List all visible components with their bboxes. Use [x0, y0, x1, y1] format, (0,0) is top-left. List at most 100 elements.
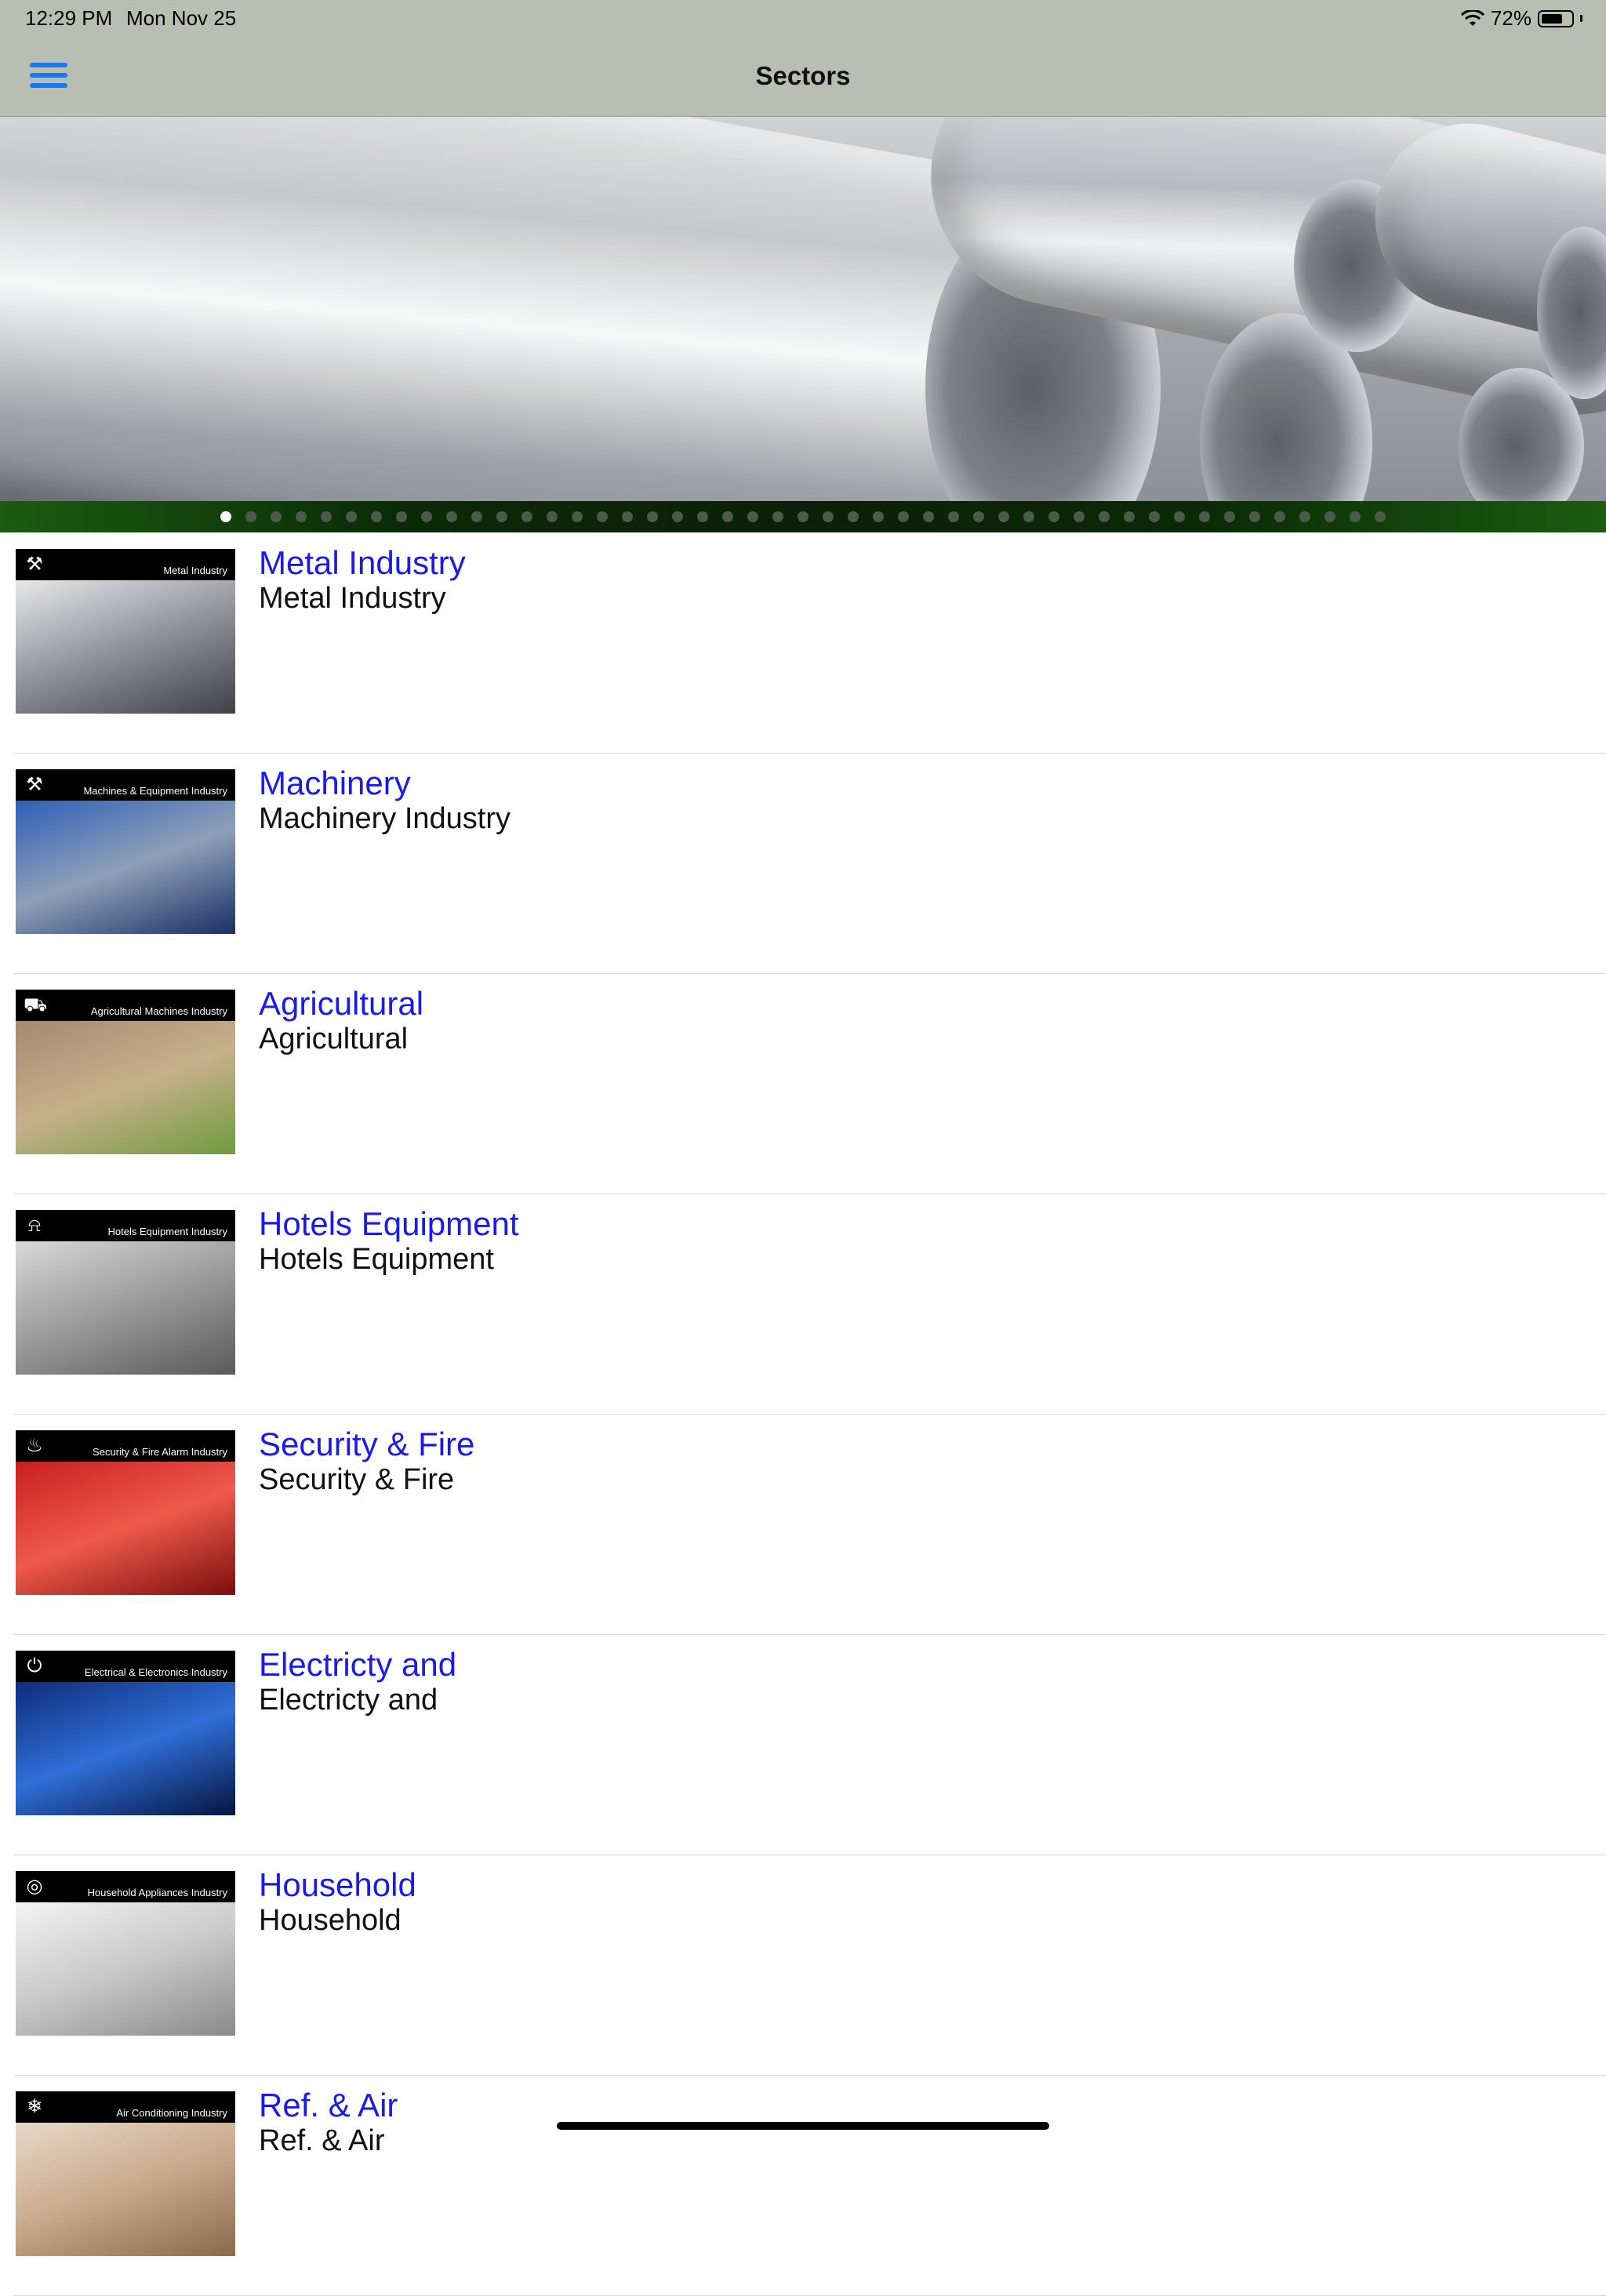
- tractor-icon: ⛟: [24, 994, 48, 1015]
- plug-icon: ⏻: [27, 1655, 42, 1677]
- carousel-dot[interactable]: [622, 511, 633, 522]
- sector-subtitle: Household: [259, 1904, 402, 1937]
- carousel-dot[interactable]: [271, 511, 282, 522]
- carousel-dot[interactable]: [396, 511, 407, 522]
- sector-subtitle: Hotels Equipment: [259, 1243, 494, 1276]
- carousel-dot[interactable]: [948, 511, 959, 522]
- carousel-dot[interactable]: [1074, 511, 1085, 522]
- sector-subtitle: Security & Fire: [259, 1463, 455, 1496]
- sector-row[interactable]: ⏻ Electrical & Electronics Industry Elec…: [14, 1635, 1606, 1855]
- sector-thumbnail: ⚒ Machines & Equipment Industry: [16, 769, 235, 934]
- sector-thumbnail: ◎ Household Appliances Industry: [16, 1871, 235, 2036]
- sector-row[interactable]: ♨ Security & Fire Alarm Industry Securit…: [14, 1415, 1606, 1635]
- carousel-dot[interactable]: [923, 511, 934, 522]
- thumbnail-caption: Household Appliances Industry: [87, 1887, 227, 1898]
- carousel-dot[interactable]: [1174, 511, 1185, 522]
- carousel-dot[interactable]: [572, 511, 583, 522]
- carousel-dot[interactable]: [747, 511, 758, 522]
- thumbnail-image: [16, 1682, 235, 1815]
- carousel-dot[interactable]: [371, 511, 382, 522]
- carousel-dot[interactable]: [672, 511, 683, 522]
- thumbnail-image: [16, 1462, 235, 1595]
- carousel-dot[interactable]: [1299, 511, 1310, 522]
- sector-subtitle: Electricty and: [259, 1684, 438, 1717]
- carousel-dot[interactable]: [1249, 511, 1260, 522]
- carousel-dot[interactable]: [471, 511, 482, 522]
- carousel-dot[interactable]: [647, 511, 658, 522]
- thumbnail-image: [16, 1902, 235, 2036]
- thumbnail-header: ⛟ Agricultural Machines Industry: [16, 990, 235, 1021]
- carousel-dot[interactable]: [496, 511, 507, 522]
- carousel-dot[interactable]: [421, 511, 432, 522]
- carousel-dot[interactable]: [1048, 511, 1059, 522]
- sector-title[interactable]: Machinery: [259, 765, 411, 802]
- carousel-dot[interactable]: [1149, 511, 1160, 522]
- thumbnail-header: ⍾ Hotels Equipment Industry: [16, 1210, 235, 1241]
- wifi-icon: [1460, 9, 1484, 26]
- carousel-dot[interactable]: [1199, 511, 1210, 522]
- sector-thumbnail: ⚒ Metal Industry: [16, 549, 235, 714]
- carousel-dot[interactable]: [898, 511, 909, 522]
- sector-row[interactable]: ◎ Household Appliances Industry Househol…: [14, 1855, 1606, 2076]
- carousel-dot[interactable]: [1099, 511, 1110, 522]
- carousel-dot[interactable]: [597, 511, 608, 522]
- washing-machine-icon: ◎: [26, 1876, 43, 1897]
- sector-row[interactable]: ❄ Air Conditioning Industry Ref. & Air R…: [14, 2076, 1606, 2296]
- carousel-dot[interactable]: [798, 511, 808, 522]
- home-indicator[interactable]: [557, 2122, 1049, 2130]
- carousel-dot[interactable]: [1324, 511, 1335, 522]
- sector-thumbnail: ⛟ Agricultural Machines Industry: [16, 990, 235, 1154]
- sector-thumbnail: ⏻ Electrical & Electronics Industry: [16, 1651, 235, 1815]
- sector-title[interactable]: Agricultural: [259, 985, 423, 1023]
- thumbnail-caption: Hotels Equipment Industry: [107, 1226, 227, 1237]
- page-title: Sectors: [755, 61, 851, 90]
- carousel-dot[interactable]: [1023, 511, 1034, 522]
- status-indicators: 72%: [1460, 6, 1582, 31]
- carousel-dot[interactable]: [823, 511, 834, 522]
- carousel-dot[interactable]: [220, 511, 231, 522]
- air-conditioner-icon: ❄: [26, 2096, 43, 2117]
- carousel-dot[interactable]: [873, 511, 884, 522]
- flame-icon: ♨: [26, 1435, 43, 1456]
- carousel-dot[interactable]: [697, 511, 708, 522]
- carousel-dot[interactable]: [848, 511, 859, 522]
- thumbnail-header: ◎ Household Appliances Industry: [16, 1871, 235, 1902]
- carousel-dot[interactable]: [1350, 511, 1361, 522]
- carousel-dot[interactable]: [321, 511, 332, 522]
- carousel-dot[interactable]: [1274, 511, 1285, 522]
- thumbnail-caption: Agricultural Machines Industry: [90, 1005, 227, 1017]
- thumbnail-image: [16, 580, 235, 714]
- sector-title[interactable]: Electricty and: [259, 1646, 456, 1684]
- carousel-dot[interactable]: [245, 511, 256, 522]
- sector-title[interactable]: Hotels Equipment: [259, 1205, 519, 1243]
- sector-row[interactable]: ⛟ Agricultural Machines Industry Agricul…: [14, 974, 1606, 1194]
- carousel-dot[interactable]: [1375, 511, 1386, 522]
- carousel-dot[interactable]: [346, 511, 357, 522]
- sector-row[interactable]: ⍾ Hotels Equipment Industry Hotels Equip…: [14, 1194, 1606, 1415]
- sector-title[interactable]: Security & Fire: [259, 1426, 474, 1463]
- carousel-dot[interactable]: [1124, 511, 1135, 522]
- carousel-dot[interactable]: [722, 511, 733, 522]
- tools-icon: ⚒: [26, 554, 43, 575]
- sector-row[interactable]: ⚒ Metal Industry Metal Industry Metal In…: [14, 533, 1606, 754]
- carousel-dot[interactable]: [1224, 511, 1235, 522]
- thumbnail-image: [16, 801, 235, 934]
- sector-row[interactable]: ⚒ Machines & Equipment Industry Machiner…: [14, 754, 1606, 974]
- banner-image[interactable]: [0, 117, 1606, 501]
- sector-title[interactable]: Household: [259, 1866, 416, 1904]
- thumbnail-caption: Metal Industry: [163, 565, 227, 576]
- battery-percentage: 72%: [1490, 6, 1532, 30]
- sector-title[interactable]: Metal Industry: [259, 544, 466, 582]
- carousel-page-indicator[interactable]: [0, 501, 1606, 532]
- carousel-dot[interactable]: [772, 511, 783, 522]
- carousel-dot[interactable]: [296, 511, 307, 522]
- carousel-dot[interactable]: [998, 511, 1009, 522]
- carousel-dot[interactable]: [446, 511, 457, 522]
- thumbnail-header: ⏻ Electrical & Electronics Industry: [16, 1651, 235, 1682]
- carousel-dot[interactable]: [521, 511, 532, 522]
- carousel-dot[interactable]: [547, 511, 558, 522]
- carousel-dot[interactable]: [973, 511, 984, 522]
- sector-title[interactable]: Ref. & Air: [259, 2087, 398, 2124]
- battery-tip: [1580, 15, 1582, 22]
- sector-list: ⚒ Metal Industry Metal Industry Metal In…: [0, 533, 1606, 2296]
